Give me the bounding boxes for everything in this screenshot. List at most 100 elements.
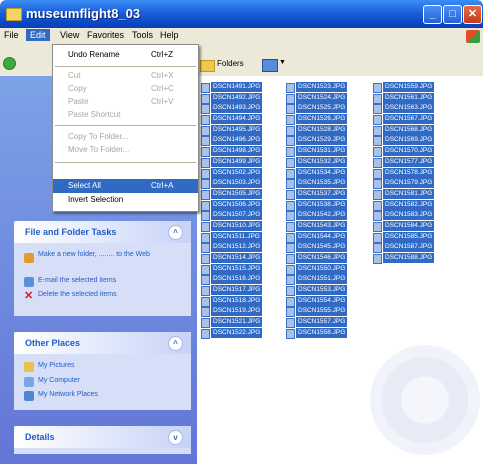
expand-icon[interactable]: v (168, 430, 183, 445)
file-item[interactable]: DSCN1523.JPG (284, 82, 364, 93)
panel-header[interactable]: Other Places ^ (14, 332, 191, 354)
menu-file[interactable]: File (4, 30, 19, 40)
file-item[interactable]: DSCN1542.JPG (284, 210, 364, 222)
views-icon[interactable] (262, 59, 278, 72)
place-link-my-pictures[interactable]: My Pictures (38, 362, 75, 369)
file-item[interactable]: DSCN1495.JPG (199, 124, 279, 136)
file-item[interactable]: DSCN1521.JPG (199, 317, 279, 329)
file-item[interactable]: DSCN1553.JPG (284, 285, 364, 297)
file-item[interactable]: DSCN1584.JPG (371, 220, 451, 232)
panel-header[interactable]: File and Folder Tasks ^ (14, 221, 191, 243)
menu-item-invert-selection[interactable]: Invert Selection (53, 193, 198, 207)
folders-button[interactable]: Folders (217, 59, 244, 68)
file-item[interactable]: DSCN1579.JPG (371, 178, 451, 190)
file-item[interactable]: DSCN1507.JPG (199, 210, 279, 222)
file-item[interactable]: DSCN1537.JPG (284, 188, 364, 200)
file-item[interactable]: DSCN1538.JPG (284, 199, 364, 211)
collapse-icon[interactable]: ^ (168, 225, 183, 240)
close-button[interactable]: ✕ (463, 5, 482, 24)
file-item[interactable]: DSCN1577.JPG (371, 156, 451, 168)
menu-item-paste[interactable]: Paste Ctrl+V (53, 95, 198, 109)
place-link-my-computer[interactable]: My Computer (38, 377, 80, 384)
file-item[interactable]: DSCN1582.JPG (371, 199, 451, 211)
menu-favorites[interactable]: Favorites (87, 30, 124, 40)
menu-view[interactable]: View (60, 30, 79, 40)
file-item[interactable]: DSCN1550.JPG (284, 263, 364, 275)
file-item[interactable]: DSCN1559.JPG (371, 82, 451, 93)
collapse-icon[interactable]: ^ (168, 336, 183, 351)
folders-icon[interactable] (200, 60, 215, 72)
file-item[interactable]: DSCN1510.JPG (199, 220, 279, 232)
file-item[interactable]: DSCN1499.JPG (199, 156, 279, 168)
file-item[interactable]: DSCN1518.JPG (199, 295, 279, 307)
file-item[interactable]: DSCN1491.JPG (199, 82, 279, 93)
file-item[interactable]: DSCN1546.JPG (284, 253, 364, 264)
maximize-button[interactable]: □ (443, 5, 462, 24)
file-item[interactable]: DSCN1505.JPG (199, 188, 279, 200)
file-item[interactable]: DSCN1558.JPG (284, 327, 364, 339)
file-item[interactable]: DSCN1561.JPG (371, 92, 451, 104)
task-link-delete[interactable]: Delete the selected items (38, 291, 117, 298)
file-item[interactable]: DSCN1563.JPG (371, 103, 451, 115)
file-item[interactable]: DSCN1544.JPG (284, 231, 364, 243)
file-item[interactable]: DSCN1570.JPG (371, 146, 451, 158)
file-item[interactable]: DSCN1515.JPG (199, 263, 279, 275)
file-item[interactable]: DSCN1531.JPG (284, 146, 364, 158)
file-item[interactable]: DSCN1516.JPG (199, 274, 279, 286)
file-item[interactable]: DSCN1587.JPG (371, 242, 451, 254)
file-item[interactable]: DSCN1502.JPG (199, 167, 279, 179)
file-item[interactable]: DSCN1557.JPG (284, 317, 364, 329)
file-item[interactable]: DSCN1568.JPG (371, 124, 451, 136)
file-item[interactable]: DSCN1535.JPG (284, 178, 364, 190)
menu-item-copy[interactable]: Copy Ctrl+C (53, 82, 198, 96)
menu-item-undo-rename[interactable]: Undo Rename Ctrl+Z (53, 48, 198, 62)
file-item[interactable]: DSCN1529.JPG (284, 135, 364, 147)
menu-item-select-all[interactable]: Select All Ctrl+A (53, 179, 198, 193)
file-item[interactable]: DSCN1534.JPG (284, 167, 364, 179)
file-item[interactable]: DSCN1517.JPG (199, 285, 279, 297)
file-item[interactable]: DSCN1569.JPG (371, 135, 451, 147)
file-item[interactable]: DSCN1522.JPG (199, 327, 279, 339)
title-bar[interactable]: museumflight8_03 _ □ ✕ (0, 0, 483, 28)
menu-item-cut[interactable]: Cut Ctrl+X (53, 69, 198, 83)
file-item[interactable]: DSCN1506.JPG (199, 199, 279, 211)
file-item[interactable]: DSCN1493.JPG (199, 103, 279, 115)
file-item[interactable]: DSCN1514.JPG (199, 253, 279, 264)
file-item[interactable]: DSCN1588.JPG (371, 253, 451, 264)
file-item[interactable]: DSCN1519.JPG (199, 306, 279, 318)
file-item[interactable]: DSCN1512.JPG (199, 242, 279, 254)
menu-item-copy-to-folder[interactable]: Copy To Folder... (53, 130, 198, 144)
task-link-email[interactable]: E-mail the selected items (38, 277, 116, 284)
file-item[interactable]: DSCN1543.JPG (284, 220, 364, 232)
file-item[interactable]: DSCN1498.JPG (199, 146, 279, 158)
menu-item-paste-shortcut[interactable]: Paste Shortcut (53, 108, 198, 122)
file-item[interactable]: DSCN1524.JPG (284, 92, 364, 104)
file-item[interactable]: DSCN1492.JPG (199, 92, 279, 104)
file-item[interactable]: DSCN1494.JPG (199, 114, 279, 126)
panel-header[interactable]: Details v (14, 426, 191, 448)
task-link-publish[interactable]: Make a new folder, ........ to the Web (38, 251, 178, 258)
file-item[interactable]: DSCN1496.JPG (199, 135, 279, 147)
file-item[interactable]: DSCN1532.JPG (284, 156, 364, 168)
file-item[interactable]: DSCN1578.JPG (371, 167, 451, 179)
file-item[interactable]: DSCN1555.JPG (284, 306, 364, 318)
chevron-down-icon[interactable]: ▼ (279, 59, 286, 66)
file-item[interactable]: DSCN1525.JPG (284, 103, 364, 115)
file-item[interactable]: DSCN1528.JPG (284, 124, 364, 136)
file-item[interactable]: DSCN1551.JPG (284, 274, 364, 286)
file-item[interactable]: DSCN1526.JPG (284, 114, 364, 126)
file-item[interactable]: DSCN1503.JPG (199, 178, 279, 190)
file-item[interactable]: DSCN1583.JPG (371, 210, 451, 222)
back-arrow-icon[interactable] (3, 57, 16, 70)
file-item[interactable]: DSCN1585.JPG (371, 231, 451, 243)
file-item[interactable]: DSCN1581.JPG (371, 188, 451, 200)
menu-edit[interactable]: Edit (26, 29, 50, 41)
file-item[interactable]: DSCN1554.JPG (284, 295, 364, 307)
file-item[interactable]: DSCN1511.JPG (199, 231, 279, 243)
place-link-my-network-places[interactable]: My Network Places (38, 391, 98, 398)
file-item[interactable]: DSCN1567.JPG (371, 114, 451, 126)
file-item[interactable]: DSCN1545.JPG (284, 242, 364, 254)
menu-item-move-to-folder[interactable]: Move To Folder... (53, 143, 198, 157)
minimize-button[interactable]: _ (423, 5, 442, 24)
menu-tools[interactable]: Tools (132, 30, 153, 40)
